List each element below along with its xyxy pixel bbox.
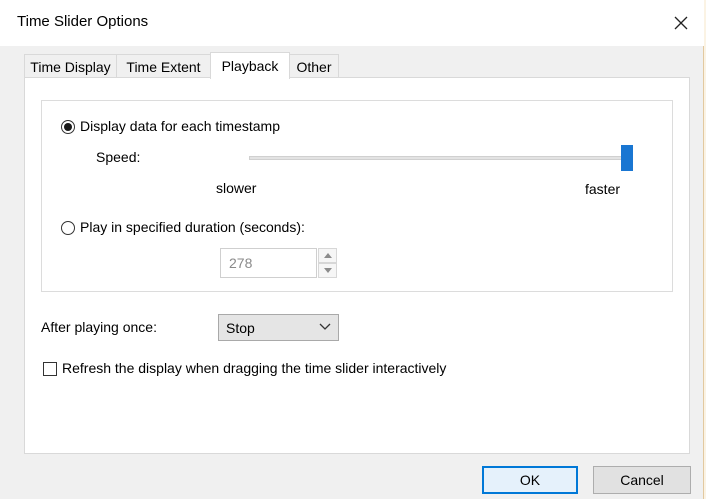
refresh-label: Refresh the display when dragging the ti… [62, 360, 447, 376]
after-playing-label: After playing once: [41, 319, 157, 335]
each-timestamp-radio[interactable] [61, 120, 75, 134]
after-playing-dropdown[interactable]: Stop [218, 314, 339, 341]
duration-radio[interactable] [61, 221, 75, 235]
time-slider-options-dialog: Time Slider Options Time Display Time Ex… [0, 0, 704, 499]
duration-input[interactable] [220, 248, 317, 278]
slower-label: slower [216, 180, 257, 196]
duration-spinner [220, 248, 338, 278]
speed-slider-track[interactable] [249, 156, 627, 160]
refresh-checkbox[interactable] [43, 362, 57, 376]
tab-time-extent[interactable]: Time Extent [116, 54, 211, 78]
title-bar: Time Slider Options [0, 0, 704, 46]
ok-button[interactable]: OK [482, 466, 578, 494]
window-title: Time Slider Options [17, 13, 149, 30]
cancel-button[interactable]: Cancel [593, 466, 691, 494]
chevron-down-icon [319, 323, 331, 330]
duration-label: Play in specified duration (seconds): [80, 219, 305, 235]
playback-tab-page: Display data for each timestamp Speed: s… [24, 77, 690, 454]
playback-mode-group: Display data for each timestamp Speed: s… [41, 100, 673, 292]
faster-label: faster [585, 181, 621, 197]
tab-other[interactable]: Other [289, 54, 339, 78]
each-timestamp-label: Display data for each timestamp [80, 118, 280, 134]
arrow-up-icon [323, 253, 332, 258]
close-icon [674, 16, 688, 30]
after-playing-value: Stop [226, 320, 255, 336]
speed-slider-thumb[interactable] [621, 145, 633, 171]
arrow-down-icon [323, 268, 332, 273]
spin-up-button[interactable] [318, 248, 337, 263]
tab-playback[interactable]: Playback [210, 52, 290, 79]
close-button[interactable] [664, 8, 698, 38]
spin-down-button[interactable] [318, 263, 337, 278]
speed-label: Speed: [96, 149, 141, 165]
tab-time-display[interactable]: Time Display [24, 54, 117, 78]
